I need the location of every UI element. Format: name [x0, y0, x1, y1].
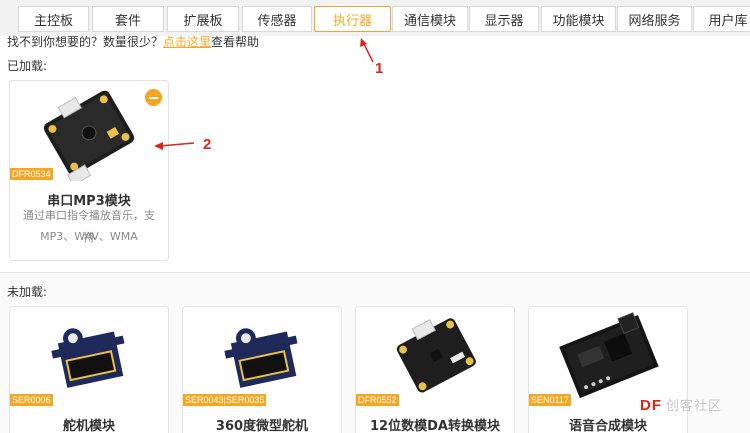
unloaded-card-servo[interactable]: SER0006 舵机模块 [9, 306, 169, 433]
sku-badge: DFR0552 [356, 394, 399, 406]
sku-badge: SER0043|SER0035 [183, 394, 267, 406]
speech-module-image [559, 312, 659, 399]
tab-function-modules[interactable]: 功能模块 [541, 6, 616, 32]
tab-sensors[interactable]: 传感器 [242, 6, 312, 32]
module-name: 12位数模DA转换模块 [370, 419, 500, 433]
help-suffix: 查看帮助 [211, 35, 260, 49]
annotation-arrow-2 [154, 142, 195, 150]
site-watermark: DF 创客社区 [640, 395, 722, 414]
tab-kits[interactable]: 套件 [92, 6, 164, 32]
minus-icon [149, 96, 158, 99]
module-name: 语音合成模块 [568, 419, 647, 433]
module-desc-line2: MP3、WAV、WMA [40, 230, 138, 243]
help-text: 找不到你想要的？数量很少？点击这里查看帮助 [7, 33, 259, 50]
servo-image [51, 328, 125, 388]
unloaded-section-label: 未加载: [7, 285, 48, 299]
module-name: 舵机模块 [62, 419, 115, 433]
unloaded-card-360-servo[interactable]: SER0043|SER0035 360度微型舵机 [182, 306, 342, 433]
help-prefix: 找不到你想要的？数量很少？ [7, 35, 164, 49]
tab-main-board[interactable]: 主控板 [18, 6, 89, 32]
module-name: 360度微型舵机 [215, 419, 309, 433]
tab-expansion-board[interactable]: 扩展板 [167, 6, 239, 32]
remove-module-button[interactable] [145, 89, 162, 106]
annotation-number-1: 1 [375, 60, 384, 77]
micro-servo-image [224, 328, 298, 388]
tab-network-services[interactable]: 网络服务 [617, 6, 692, 32]
annotation-number-2: 2 [203, 136, 212, 153]
help-link[interactable]: 点击这里 [163, 35, 211, 49]
sku-badge: SER0006 [10, 394, 53, 406]
watermark-brand: DF [640, 397, 662, 414]
tab-communication[interactable]: 通信模块 [392, 6, 468, 32]
da-converter-image [396, 318, 476, 393]
unloaded-card-da-converter[interactable]: DFR0552 12位数模DA转换模块 [355, 306, 515, 433]
category-tab-bar: 主控板 套件 扩展板 传感器 执行器 通信模块 显示器 功能模块 网络服务 用户… [0, 0, 750, 36]
loaded-section-label: 已加载: [7, 59, 48, 73]
tab-user-library[interactable]: 用户库 [693, 6, 750, 32]
tab-actuators[interactable]: 执行器 [314, 6, 391, 32]
tab-display[interactable]: 显示器 [469, 6, 539, 32]
loaded-card-mp3[interactable]: DFR0534 串口MP3模块 通过串口指令播放音乐，支持 MP3、WAV、WM… [9, 80, 169, 261]
watermark-text: 创客社区 [666, 399, 723, 414]
sku-badge: SEN0117 [529, 394, 571, 406]
sku-badge: DFR0534 [10, 168, 53, 180]
